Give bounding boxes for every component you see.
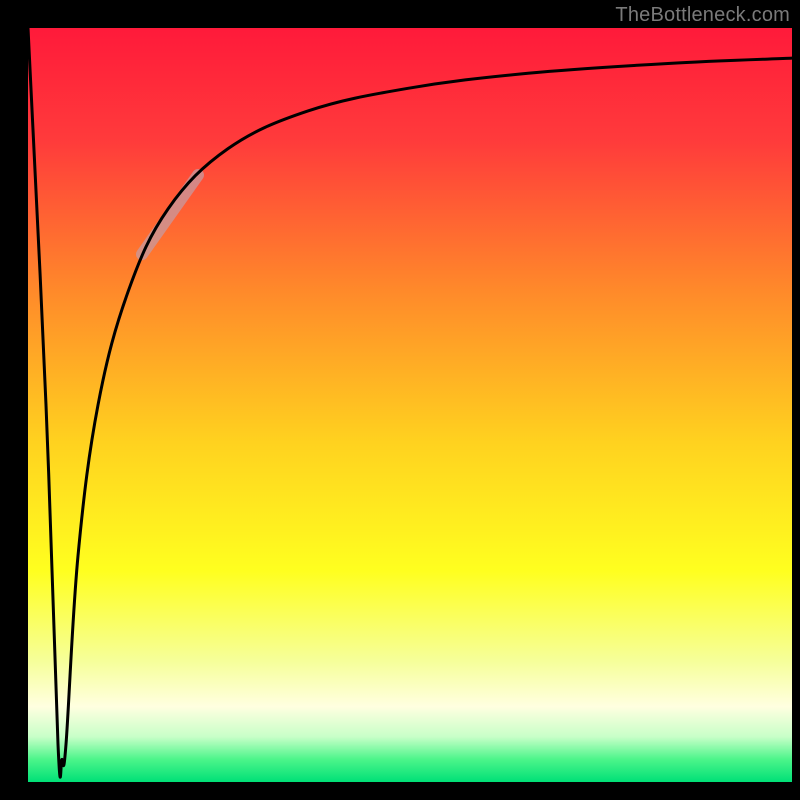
curve-layer [28, 28, 792, 782]
bottleneck-curve [28, 28, 792, 777]
watermark-text: TheBottleneck.com [615, 4, 790, 27]
chart-frame: TheBottleneck.com [0, 0, 800, 800]
plot-area [28, 28, 792, 782]
highlight-segment [142, 175, 198, 254]
